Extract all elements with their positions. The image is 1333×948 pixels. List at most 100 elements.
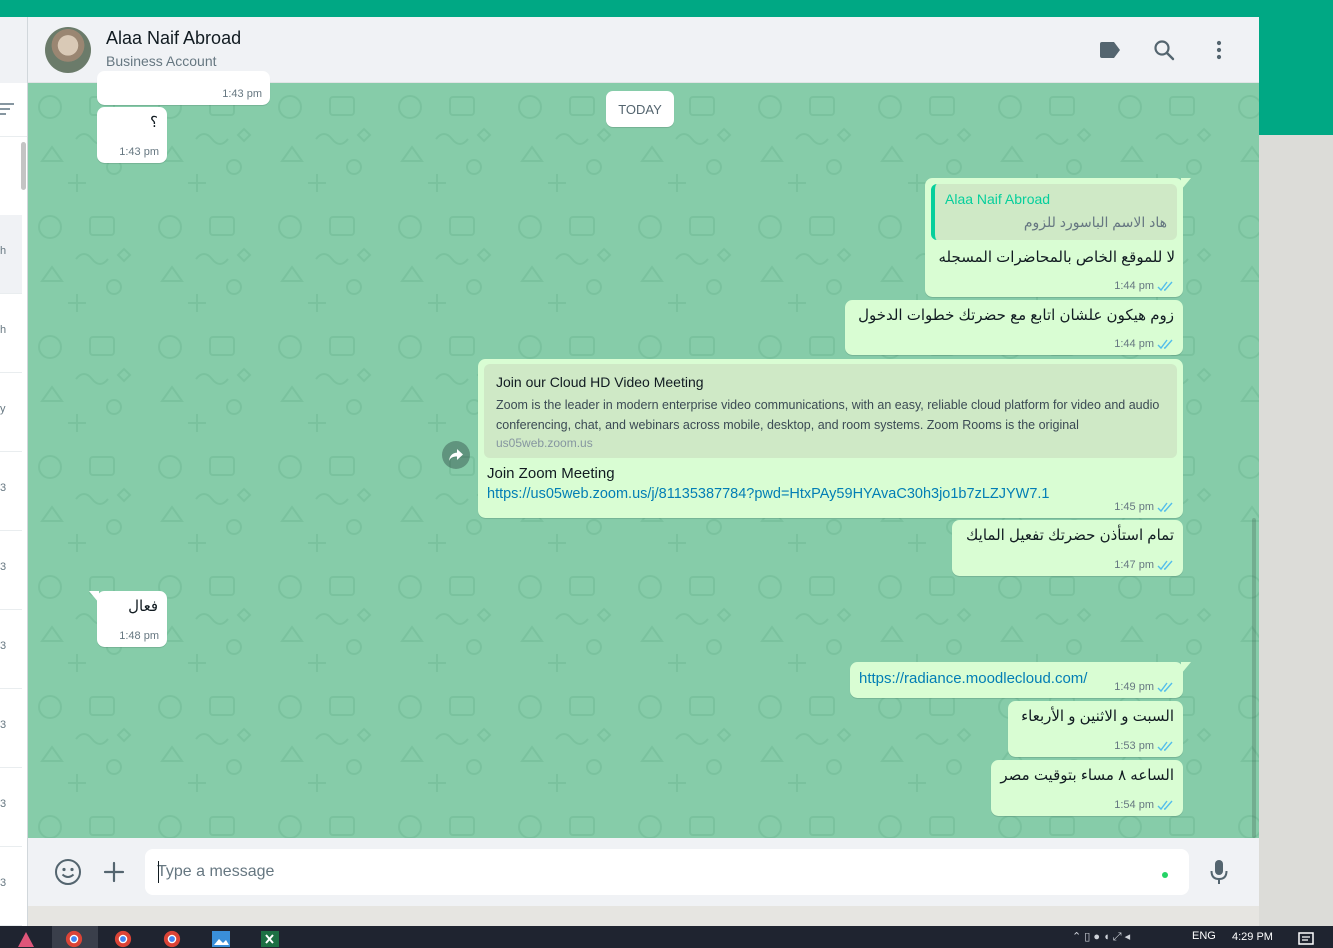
message-meta: 1:47 pm [1114,559,1175,571]
message-meta: 1:44 pm [1114,338,1175,350]
message-meta: 1:49 pm [1114,681,1175,693]
notifications-icon[interactable] [1298,930,1320,948]
chat-list-header [0,17,27,83]
link-preview-domain: us05web.zoom.us [496,436,593,450]
read-receipt-icon [1157,281,1173,291]
message-meta: 1:43 pm [222,88,262,100]
text-cursor [158,861,159,883]
message-meta: 1:44 pm [1114,280,1175,292]
outgoing-message[interactable]: السبت و الاثنين و الأربعاء 1:53 pm [1008,701,1183,757]
message-time: 1:44 pm [1114,338,1154,350]
message-list-scrollbar[interactable] [1252,518,1256,838]
chrome-icon[interactable] [113,930,135,948]
day-divider: TODAY [606,91,674,127]
message-text: فعال [128,598,158,615]
chat-list-item[interactable]: h [0,294,22,373]
outgoing-link-message[interactable]: https://radiance.moodlecloud.com/ 1:49 p… [850,662,1191,698]
meeting-link[interactable]: https://us05web.zoom.us/j/81135387784?pw… [484,484,1177,504]
chat-list-item[interactable]: h [0,215,22,294]
message-time: 1:43 pm [222,88,262,100]
read-receipt-icon [1157,502,1173,512]
link-preview-title: Join our Cloud HD Video Meeting [496,374,704,390]
message-text: تمام استأذن حضرتك تفعيل المايك [966,527,1174,544]
chat-list-item[interactable]: 3 [0,452,22,531]
filter-icon[interactable] [0,103,14,118]
link-preview-description: Zoom is the leader in modern enterprise … [496,398,1160,432]
incoming-message[interactable]: 1:43 pm [97,71,270,105]
chat-list-item[interactable]: 3 [0,847,22,926]
message-time: 1:45 pm [1114,501,1154,513]
attach-plus-icon[interactable] [100,858,128,886]
photos-icon[interactable] [211,930,233,948]
bubble-tail [1181,662,1191,674]
message-text: زوم هيكون علشان اتابع مع حضرتك خطوات الد… [858,307,1174,324]
chat-filter-bar[interactable] [0,83,27,137]
search-icon[interactable] [1151,37,1177,63]
contact-subtitle: Business Account [106,53,217,69]
message-text: الساعه ٨ مساء بتوقيت مصر [1000,767,1174,784]
input-language[interactable]: ENG [1192,930,1216,942]
excel-icon[interactable] [260,930,282,948]
message-time: 1:54 pm [1114,799,1154,811]
contact-avatar[interactable] [45,27,91,73]
outgoing-message[interactable]: تمام استأذن حضرتك تفعيل المايك 1:47 pm [952,520,1183,576]
message-list[interactable]: TODAY 1:43 pm ؟ 1:43 pm Alaa Naif Abroad… [28,71,1259,838]
read-receipt-icon [1157,339,1173,349]
chat-list-item[interactable]: 3 [0,768,22,847]
right-brand-area [1259,17,1333,135]
incoming-message[interactable]: ؟ 1:43 pm [97,107,167,163]
message-meta: 1:48 pm [119,630,159,642]
quoted-author: Alaa Naif Abroad [945,191,1051,207]
chrome-icon[interactable] [162,930,184,948]
read-receipt-icon [1157,560,1173,570]
message-text: السبت و الاثنين و الأربعاء [1021,708,1174,725]
message-text: ؟ [150,114,158,131]
message-meta: 1:45 pm [1114,501,1175,513]
more-options-icon[interactable] [1206,37,1232,63]
grammar-extension-indicator[interactable] [1162,872,1168,878]
label-icon[interactable] [1097,37,1123,63]
chat-list-item[interactable]: 3 [0,531,22,610]
message-text: Join Zoom Meeting [487,465,615,482]
incoming-message[interactable]: فعال 1:48 pm [89,591,167,647]
chat-list-scrollbar[interactable] [21,142,26,190]
bubble-tail [89,591,99,603]
message-time: 1:53 pm [1114,740,1154,752]
message-input[interactable] [145,849,1189,895]
conversation-panel: Alaa Naif Abroad Business Account TODAY … [28,17,1259,906]
contact-name[interactable]: Alaa Naif Abroad [106,28,241,49]
top-brand-strip [0,0,1333,17]
bubble-tail [1181,178,1191,190]
chat-list-item[interactable]: 3 [0,689,22,768]
system-clock[interactable]: 4:29 PM [1232,931,1273,943]
read-receipt-icon [1157,682,1173,692]
message-composer [28,838,1259,906]
forward-icon [449,449,463,461]
link-preview-card[interactable]: Join our Cloud HD Video Meeting Zoom is … [484,364,1177,458]
chat-list-item[interactable]: y [0,373,22,452]
outgoing-message-with-reply[interactable]: Alaa Naif Abroad هاد الاسم الباسورد للزو… [925,178,1191,297]
message-time: 1:43 pm [119,146,159,158]
message-time: 1:47 pm [1114,559,1154,571]
read-receipt-icon [1157,800,1173,810]
read-receipt-icon [1157,741,1173,751]
message-time: 1:44 pm [1114,280,1154,292]
quoted-message[interactable]: Alaa Naif Abroad هاد الاسم الباسورد للزو… [931,184,1177,240]
outgoing-message[interactable]: الساعه ٨ مساء بتوقيت مصر 1:54 pm [991,760,1183,816]
message-meta: 1:43 pm [119,146,159,158]
os-taskbar: ⌃ ▯ ● ◖ ⤢ ◂ ENG 4:29 PM [0,926,1333,948]
message-text: لا للموقع الخاص بالمحاضرات المسجله [938,249,1175,266]
forward-button[interactable] [442,441,470,469]
right-background [1259,135,1333,926]
message-time: 1:48 pm [119,630,159,642]
tray-icons[interactable]: ⌃ ▯ ● ◖ ⤢ ◂ [1072,930,1130,944]
app-icon[interactable] [16,930,38,948]
chat-list-item[interactable]: 3 [0,610,22,689]
chat-list-panel: h h y 3 3 3 3 3 3 [0,17,28,926]
quoted-text: هاد الاسم الباسورد للزوم [1023,214,1167,230]
outgoing-message[interactable]: زوم هيكون علشان اتابع مع حضرتك خطوات الد… [845,300,1183,355]
chrome-icon[interactable] [64,930,86,948]
emoji-icon[interactable] [54,858,82,886]
microphone-icon[interactable] [1205,858,1233,886]
outgoing-link-preview-message[interactable]: Join our Cloud HD Video Meeting Zoom is … [478,359,1183,518]
